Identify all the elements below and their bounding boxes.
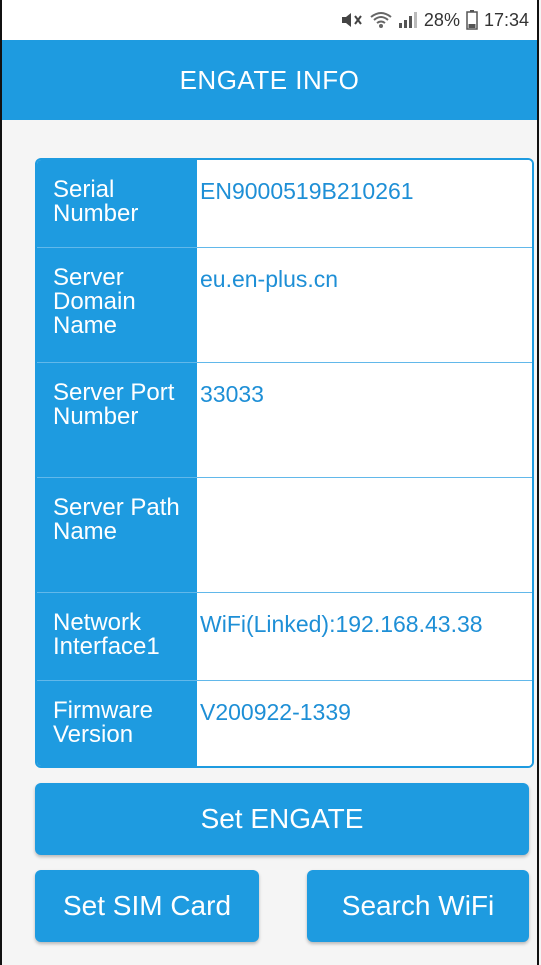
info-value: 33033 [197, 363, 532, 477]
set-sim-card-button[interactable]: Set SIM Card [35, 870, 259, 942]
page-title: ENGATE INFO [179, 64, 360, 95]
info-label: Server Domain Name [37, 248, 197, 362]
info-label: Serial Number [37, 160, 197, 247]
info-value: eu.en-plus.cn [197, 248, 532, 362]
app-bar: ENGATE INFO [2, 40, 537, 120]
battery-icon [466, 10, 478, 30]
info-row-server-domain-name: Server Domain Name eu.en-plus.cn [37, 248, 532, 363]
info-row-server-port-number: Server Port Number 33033 [37, 363, 532, 478]
info-value: EN9000519B210261 [197, 160, 532, 247]
wifi-icon [370, 11, 392, 29]
info-label: Server Port Number [37, 363, 197, 477]
app-frame: 28% 17:34 ENGATE INFO Serial Number EN90… [0, 0, 539, 965]
info-table: Serial Number EN9000519B210261 Server Do… [35, 158, 534, 768]
info-row-serial-number: Serial Number EN9000519B210261 [37, 160, 532, 248]
info-value [197, 478, 532, 592]
clock-time: 17:34 [483, 9, 529, 30]
search-wifi-button[interactable]: Search WiFi [307, 870, 529, 942]
info-value: V200922-1339 [197, 681, 532, 766]
info-label: Network Interface1 [37, 593, 197, 680]
signal-icon [398, 11, 418, 29]
info-value: WiFi(Linked):192.168.43.38 [197, 593, 532, 680]
info-row-network-interface: Network Interface1 WiFi(Linked):192.168.… [37, 593, 532, 681]
set-engate-button[interactable]: Set ENGATE [35, 783, 529, 855]
battery-percent: 28% [423, 9, 460, 30]
info-row-server-path-name: Server Path Name [37, 478, 532, 593]
info-row-firmware-version: Firmware Version V200922-1339 [37, 681, 532, 766]
info-label: Server Path Name [37, 478, 197, 592]
info-label: Firmware Version [37, 681, 197, 766]
mute-icon [340, 11, 364, 29]
status-bar: 28% 17:34 [2, 0, 537, 40]
